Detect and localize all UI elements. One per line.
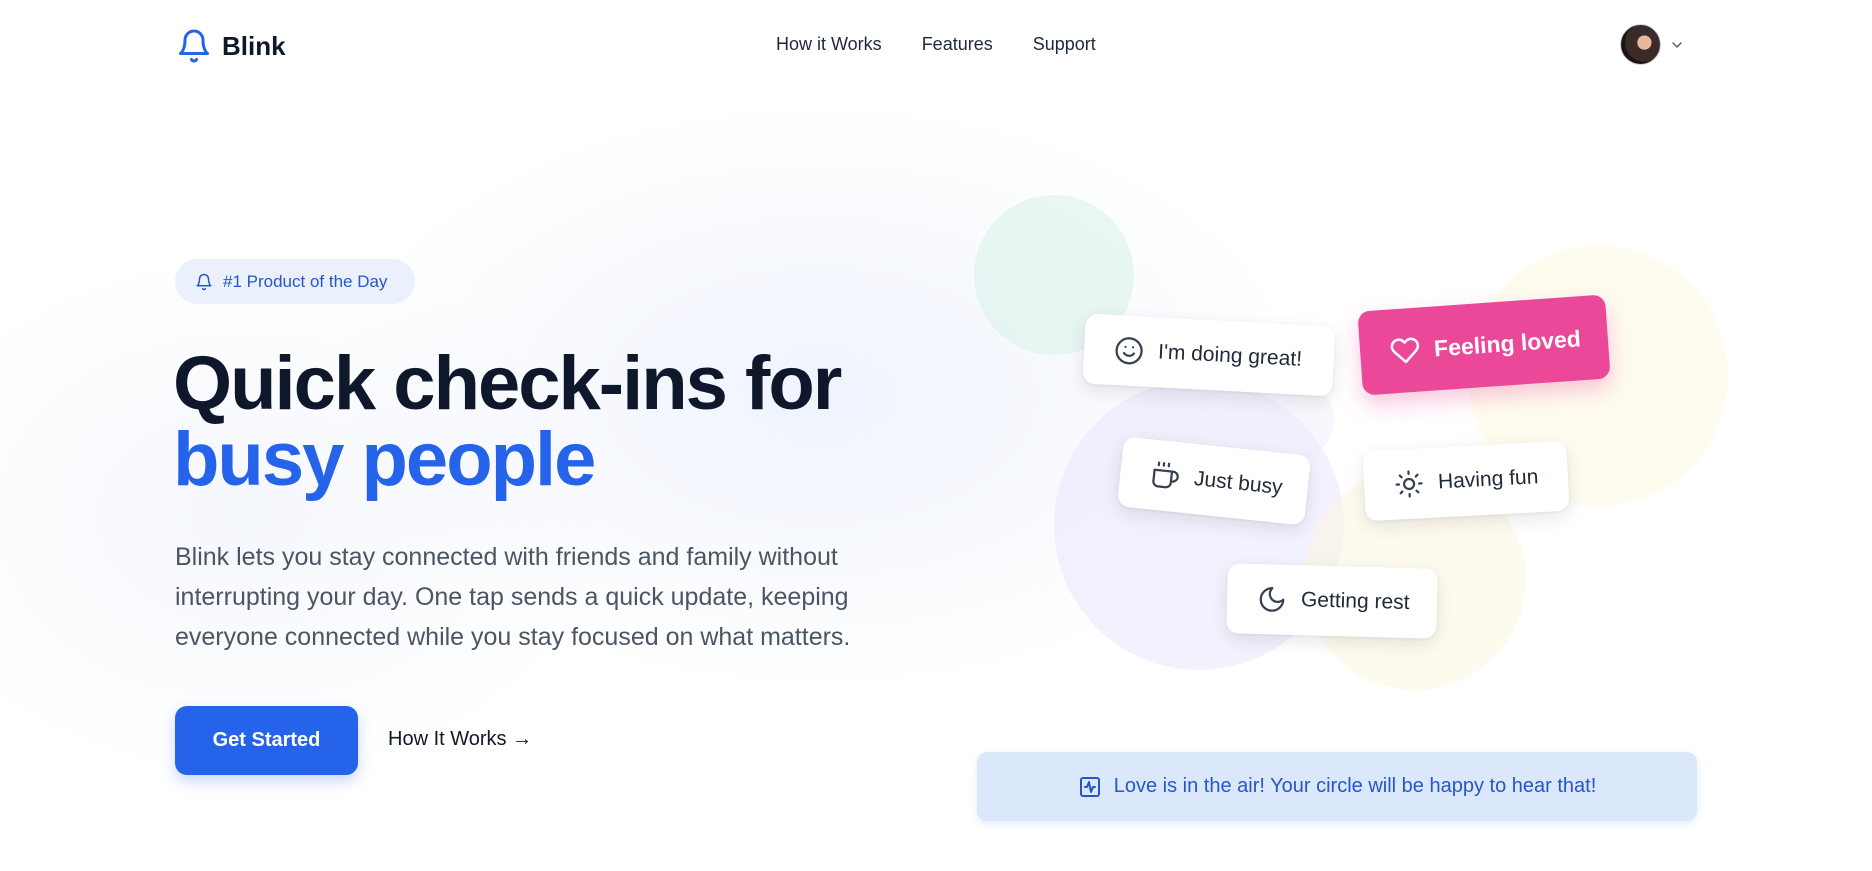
bell-icon — [179, 29, 209, 63]
hero-headline: Quick check-ins for busy people — [173, 341, 842, 502]
brand-logo[interactable]: Blink — [176, 24, 286, 68]
status-label: I'm doing great! — [1157, 340, 1303, 371]
banner-text: Love is in the air! Your circle will be … — [1113, 775, 1597, 797]
avatar[interactable] — [1620, 24, 1661, 65]
how-it-works-link[interactable]: How It Works → — [388, 728, 532, 751]
moon-icon — [1259, 587, 1285, 612]
hero-description: Blink lets you stay connected with frien… — [175, 543, 851, 651]
account-menu[interactable] — [1620, 24, 1685, 65]
nav-how-it-works[interactable]: How it Works — [776, 34, 882, 55]
status-label: Feeling loved — [1433, 324, 1582, 361]
nav-support[interactable]: Support — [1033, 34, 1096, 55]
status-card-feeling-loved[interactable]: Feeling loved — [1357, 294, 1611, 396]
bell-icon — [196, 273, 212, 290]
product-badge: #1 Product of the Day — [175, 259, 415, 304]
status-card-having-fun[interactable]: Having fun — [1362, 440, 1570, 522]
chevron-down-icon[interactable] — [1669, 37, 1685, 53]
status-card-doing-great[interactable]: I'm doing great! — [1082, 313, 1336, 397]
headline-line-1: Quick check-ins for — [173, 341, 842, 426]
status-label: Just busy — [1192, 466, 1284, 500]
badge-label: #1 Product of the Day — [223, 271, 388, 291]
status-card-getting-rest[interactable]: Getting rest — [1226, 563, 1438, 639]
brand-name: Blink — [222, 30, 286, 61]
smile-icon — [1115, 337, 1143, 365]
site-header: Blink How it Works Features Support — [0, 0, 1872, 96]
nav-features[interactable]: Features — [922, 34, 993, 55]
get-started-button[interactable]: Get Started — [175, 706, 358, 775]
sun-icon — [1395, 470, 1423, 498]
headline-line-2: busy people — [173, 417, 596, 502]
coffee-icon — [1152, 461, 1179, 489]
main-nav: How it Works Features Support — [776, 34, 1096, 55]
feedback-banner: Love is in the air! Your circle will be … — [977, 752, 1697, 821]
status-label: Getting rest — [1300, 588, 1410, 615]
heart-icon — [1390, 337, 1420, 364]
activity-icon — [1079, 776, 1100, 797]
status-label: Having fun — [1437, 465, 1539, 494]
